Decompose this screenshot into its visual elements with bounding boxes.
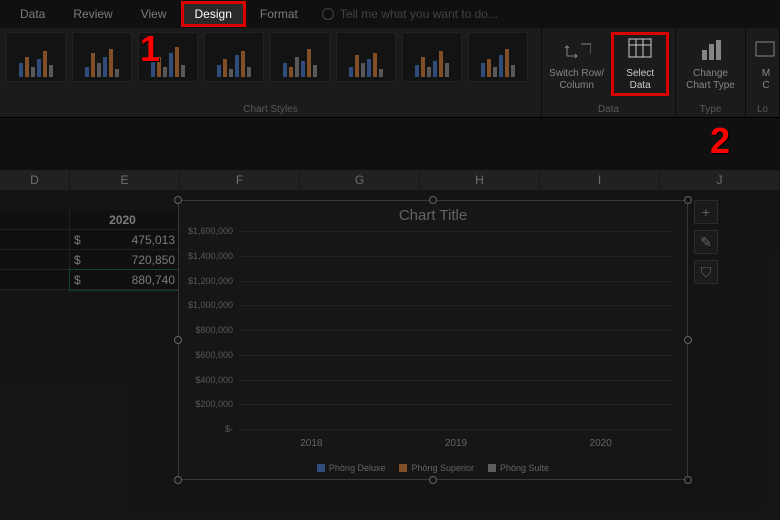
tab-design[interactable]: Design (181, 1, 246, 27)
chart-style-thumb[interactable] (468, 32, 528, 82)
cells-area[interactable]: 2020 $475,013$720,850$880,740 Chart Titl… (0, 190, 780, 290)
annotation-2: 2 (710, 120, 730, 162)
tab-review[interactable]: Review (59, 1, 126, 27)
chart-style-thumb[interactable] (402, 32, 462, 82)
chart-legend[interactable]: Phòng Deluxe Phòng Superior Phòng Suite (179, 463, 687, 473)
col-d: D (0, 170, 70, 190)
resize-handle[interactable] (684, 196, 692, 204)
legend-item[interactable]: Phòng Deluxe (317, 463, 386, 473)
x-tick-label: 2019 (445, 438, 467, 449)
chart-type-icon (697, 36, 725, 64)
chart-style-thumb[interactable] (270, 32, 330, 82)
y-tick-label: $1,200,000 (188, 276, 233, 286)
legend-item[interactable]: Phòng Superior (399, 463, 474, 473)
y-tick-label: $400,000 (195, 375, 233, 385)
resize-handle[interactable] (174, 476, 182, 484)
col-e: E (70, 170, 180, 190)
group-type-label: Type (682, 104, 739, 115)
chart-style-thumb[interactable] (204, 32, 264, 82)
switch-icon (563, 36, 591, 64)
change-chart-type-button[interactable]: ChangeChart Type (682, 32, 739, 96)
resize-handle[interactable] (429, 476, 437, 484)
y-tick-label: $1,000,000 (188, 300, 233, 310)
move-chart-button[interactable]: MC (752, 32, 780, 96)
data-cell[interactable]: $880,740 (70, 270, 180, 290)
tell-me-placeholder: Tell me what you want to do... (340, 7, 498, 21)
cell-year-header[interactable]: 2020 (70, 210, 180, 230)
resize-handle[interactable] (684, 336, 692, 344)
chart-styles-button[interactable]: ✎ (694, 230, 718, 254)
tab-data[interactable]: Data (6, 1, 59, 27)
x-tick-label: 2020 (590, 438, 612, 449)
ribbon-tabs: Data Review View Design Format Tell me w… (0, 0, 780, 28)
data-cell[interactable]: $475,013 (70, 230, 180, 250)
select-data-button[interactable]: SelectData (611, 32, 669, 96)
group-location-label: Lo (752, 104, 773, 115)
resize-handle[interactable] (174, 196, 182, 204)
group-data-label: Data (548, 104, 669, 115)
chart-elements-button[interactable]: + (694, 200, 718, 224)
move-chart-icon (752, 36, 780, 64)
y-tick-label: $200,000 (195, 399, 233, 409)
lightbulb-icon (322, 8, 334, 20)
annotation-1: 1 (140, 28, 160, 70)
col-f: F (180, 170, 300, 190)
resize-handle[interactable] (429, 196, 437, 204)
column-headers[interactable]: D E F G H I J (0, 170, 780, 190)
worksheet: D E F G H I J 2020 $475,013$720,850$880,… (0, 170, 780, 520)
select-data-icon (626, 36, 654, 64)
chart-object[interactable]: Chart Title $1,600,000 $1,400,000 $1,200,0… (178, 200, 688, 480)
ribbon: Chart Styles Switch Row/Column SelectDat… (0, 28, 780, 118)
switch-row-column-button[interactable]: Switch Row/Column (548, 32, 605, 96)
y-tick-label: $1,600,000 (188, 226, 233, 236)
chart-style-thumb[interactable] (6, 32, 66, 82)
col-j: J (660, 170, 780, 190)
y-tick-label: $1,400,000 (188, 251, 233, 261)
tab-format[interactable]: Format (246, 1, 312, 27)
chart-title[interactable]: Chart Title (179, 201, 687, 230)
y-tick-label: $800,000 (195, 325, 233, 335)
y-tick-label: $- (225, 424, 233, 434)
chart-style-thumb[interactable] (336, 32, 396, 82)
col-h: H (420, 170, 540, 190)
chart-style-thumb[interactable] (72, 32, 132, 82)
y-tick-label: $600,000 (195, 350, 233, 360)
col-i: I (540, 170, 660, 190)
legend-item[interactable]: Phòng Suite (488, 463, 549, 473)
data-cell[interactable]: $720,850 (70, 250, 180, 270)
plot-area[interactable] (239, 231, 673, 429)
resize-handle[interactable] (684, 476, 692, 484)
tab-view[interactable]: View (127, 1, 181, 27)
col-g: G (300, 170, 420, 190)
tell-me-search[interactable]: Tell me what you want to do... (322, 7, 498, 21)
group-chart-styles-label: Chart Styles (6, 104, 535, 115)
x-tick-label: 2018 (300, 438, 322, 449)
chart-filters-button[interactable]: ⛉ (694, 260, 718, 284)
